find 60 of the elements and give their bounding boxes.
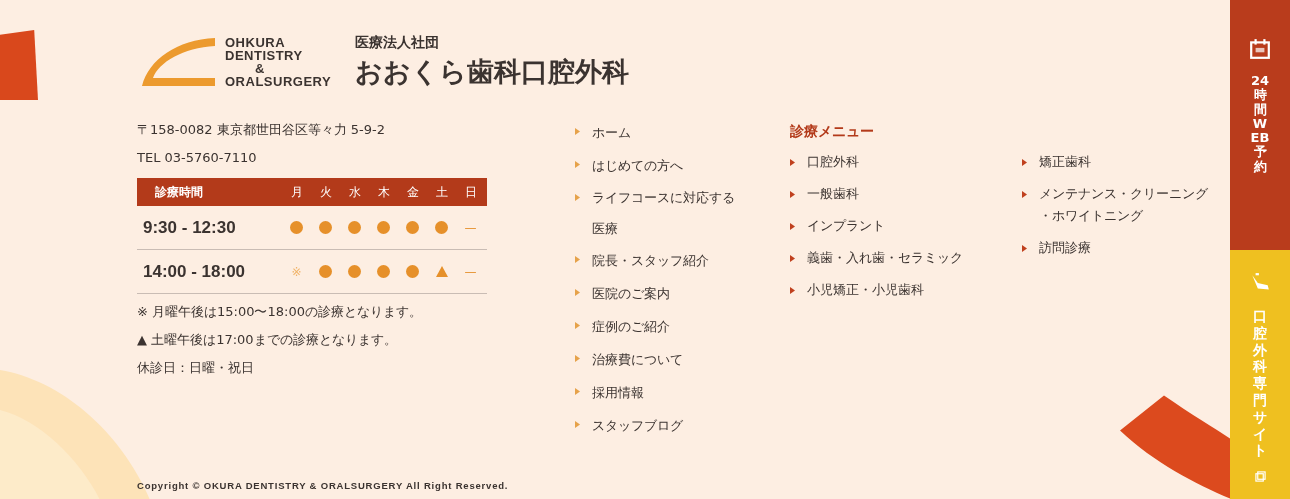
- caret-icon: [790, 255, 795, 262]
- caret-icon: [575, 355, 580, 362]
- caret-icon: [575, 289, 580, 296]
- menu-link[interactable]: 一般歯科: [790, 178, 1022, 210]
- note-text: ▲ 土曜午後は17:00までの診療となります。: [137, 331, 397, 349]
- nav-link[interactable]: はじめての方へ: [575, 149, 742, 182]
- caret-icon: [790, 287, 795, 294]
- menu-heading: 診療メニュー: [790, 122, 875, 141]
- caret-icon: [575, 322, 580, 329]
- nav-link[interactable]: ホーム: [575, 116, 742, 149]
- weekday-label: 金: [405, 183, 420, 201]
- time-range: 14:00 - 18:00: [142, 261, 247, 282]
- weekday-label: 火: [318, 183, 333, 201]
- nav-link[interactable]: ライフコースに対応する医療: [575, 182, 742, 244]
- weekday-label: 水: [347, 183, 362, 201]
- caret-icon: [575, 388, 580, 395]
- schedule-heading: 診療時間: [154, 183, 204, 201]
- nav-link[interactable]: 症例のご紹介: [575, 310, 742, 343]
- menu-link[interactable]: メンテナンス・クリーニング・ホワイトニング: [1022, 178, 1219, 232]
- caret-icon: [575, 128, 580, 135]
- calendar-icon: [1249, 38, 1271, 60]
- caret-icon: [790, 223, 795, 230]
- menu-link[interactable]: インプラント: [790, 210, 1022, 242]
- external-link-icon: [1254, 471, 1266, 483]
- nav-link[interactable]: 治療費について: [575, 343, 742, 376]
- weekday-label: 土: [434, 183, 449, 201]
- menu-link[interactable]: 小児矯正・小児歯科: [790, 274, 1022, 306]
- copyright-text: Copyright © OKURA DENTISTRY & ORALSURGERY All Right Reserved.: [137, 480, 509, 491]
- caret-icon: [1022, 159, 1027, 166]
- nav-link[interactable]: 院長・スタッフ紹介: [575, 244, 742, 277]
- time-range: 9:30 - 12:30: [142, 217, 237, 238]
- clinic-name: おおくら歯科口腔外科: [355, 55, 630, 89]
- menu-link[interactable]: 義歯・入れ歯・セラミック: [790, 242, 1022, 274]
- note-text: ※ 月曜午後は15:00〜18:00の診療となります。: [137, 303, 422, 321]
- nav-link[interactable]: 医院のご案内: [575, 277, 742, 310]
- closed-mark: —: [464, 264, 477, 279]
- note-text: 休診日：日曜・祝日: [137, 359, 254, 377]
- clinic-subtitle: 医療法人社団: [355, 34, 441, 52]
- caret-icon: [1022, 191, 1027, 198]
- menu-link[interactable]: 訪問診療: [1022, 232, 1227, 264]
- closed-mark: —: [464, 220, 477, 235]
- weekday-label: 月: [289, 183, 304, 201]
- caret-icon: [575, 421, 580, 428]
- caret-icon: [1022, 245, 1027, 252]
- nav-link[interactable]: スタッフブログ: [575, 409, 742, 442]
- note-mark: ※: [291, 264, 302, 279]
- caret-icon: [575, 256, 580, 263]
- web-booking-button[interactable]: 24時間WEB予約: [1230, 0, 1290, 250]
- weekday-label: 木: [376, 183, 391, 201]
- caret-icon: [790, 159, 795, 166]
- menu-link[interactable]: 口腔外科: [790, 146, 1022, 178]
- nav-link[interactable]: 採用情報: [575, 376, 742, 409]
- weekday-label: 日: [463, 183, 478, 201]
- caret-icon: [575, 161, 580, 168]
- address-text: 〒158-0082 東京都世田谷区等々力 5-9-2: [137, 121, 386, 139]
- caret-icon: [790, 191, 795, 198]
- caret-icon: [575, 194, 580, 201]
- logo-text: OHKURA DENTISTRY & ORALSURGERY: [225, 36, 332, 88]
- menu-link[interactable]: 矯正歯科: [1022, 146, 1227, 178]
- phone-text: TEL 03-5760-7110: [137, 149, 257, 167]
